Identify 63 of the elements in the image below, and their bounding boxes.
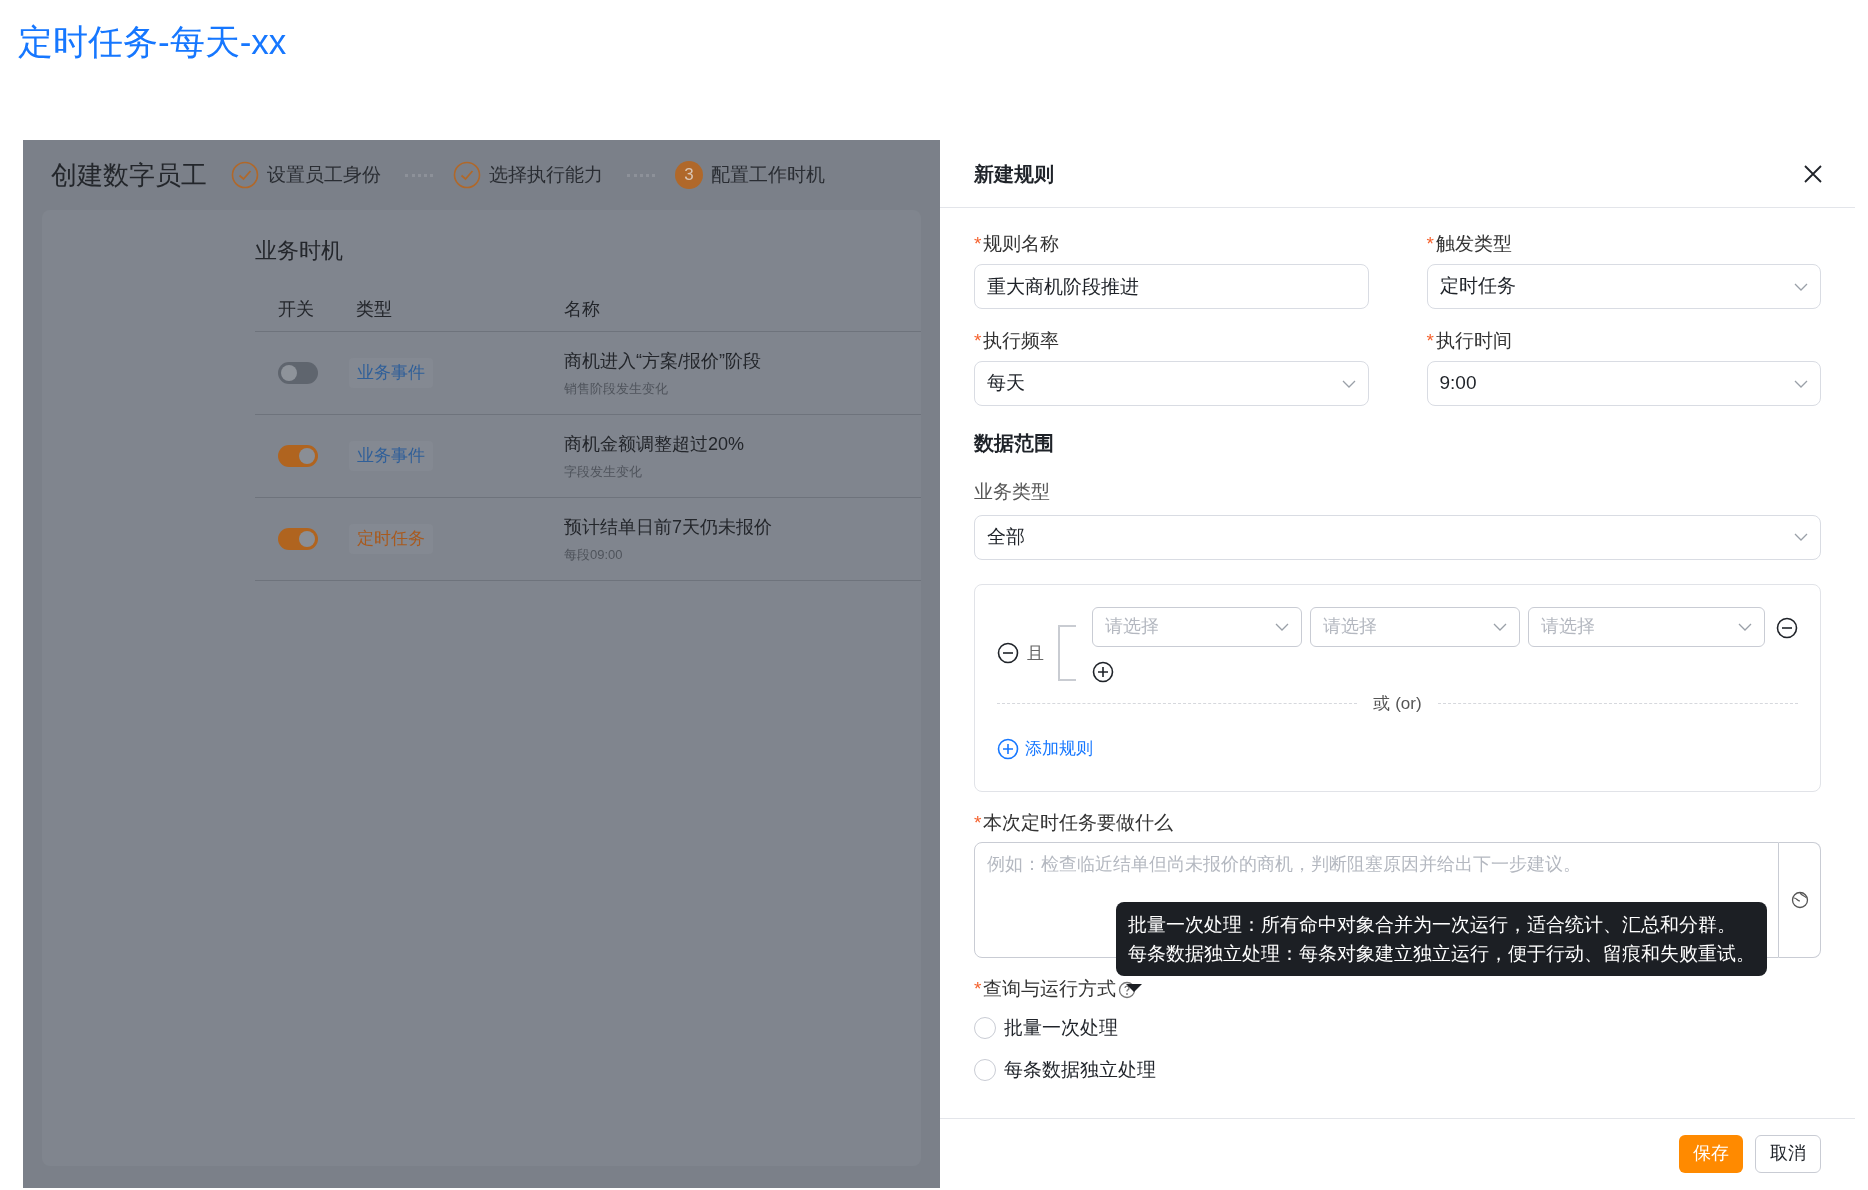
section-heading: 数据范围 <box>974 431 1055 456</box>
required-asterisk: * <box>974 977 982 1002</box>
cancel-button[interactable]: 取消 <box>1755 1134 1821 1173</box>
toggle-switch[interactable] <box>278 362 318 384</box>
column-header: 开关 <box>277 298 315 321</box>
chevron-down-icon <box>1738 622 1752 631</box>
radio-option[interactable]: 每条数据独立处理 <box>974 1056 1156 1085</box>
close-icon[interactable] <box>1803 163 1823 184</box>
section-title: 业务时机 <box>255 236 344 265</box>
connector-label: 且 <box>1027 642 1044 665</box>
type-tag: 定时任务 <box>349 524 433 554</box>
minus-circle-icon[interactable] <box>1776 616 1798 639</box>
chevron-down-icon <box>1341 379 1356 388</box>
page-title: 定时任务-每天-xx <box>18 24 288 59</box>
required-asterisk: * <box>1426 231 1434 256</box>
drawer-title: 新建规则 <box>974 161 1054 187</box>
chevron-down-icon <box>1275 622 1289 631</box>
chevron-down-icon <box>1794 533 1808 541</box>
step-label: 配置工作时机 <box>711 162 825 187</box>
globe-icon[interactable] <box>1790 890 1809 909</box>
required-asterisk: * <box>1426 328 1434 353</box>
add-rule-link[interactable]: 添加规则 <box>997 736 1093 762</box>
required-asterisk: * <box>974 328 982 353</box>
chevron-down-icon <box>1493 622 1507 631</box>
type-tag: 业务事件 <box>349 358 433 388</box>
required-asterisk: * <box>974 811 982 836</box>
radio-option[interactable]: 批量一次处理 <box>974 1013 1118 1042</box>
required-asterisk: * <box>974 231 982 256</box>
toggle-switch[interactable] <box>278 528 318 550</box>
step-label: 设置员工身份 <box>267 162 381 187</box>
tooltip-arrow <box>1126 984 1142 992</box>
text-field[interactable]: 重大商机阶段推进 <box>974 264 1369 309</box>
field-label: 查询与运行方式 <box>983 977 1117 1002</box>
bracket-line <box>1058 624 1076 681</box>
check-circle-icon <box>231 161 259 189</box>
wizard-title: 创建数字员工 <box>51 158 207 192</box>
field-label: 业务类型 <box>974 480 1051 504</box>
check-circle-icon <box>453 161 481 189</box>
chevron-down-icon <box>1794 379 1808 388</box>
rule-name: 商机进入“方案/报价”阶段 <box>564 349 761 373</box>
step-label: 选择执行能力 <box>489 162 603 187</box>
select-field[interactable]: 每天 <box>974 361 1369 406</box>
help-icon[interactable] <box>1118 980 1137 999</box>
field-label: 执行时间 <box>1435 328 1512 353</box>
field-label: 触发类型 <box>1435 231 1512 256</box>
column-header: 类型 <box>355 298 393 321</box>
minus-circle-icon[interactable] <box>997 642 1019 665</box>
field-label: 执行频率 <box>983 328 1060 353</box>
rule-name: 商机金额调整超过20% <box>564 432 745 456</box>
chevron-down-icon <box>1794 282 1808 291</box>
field-label: 规则名称 <box>983 231 1060 256</box>
column-header: 名称 <box>564 298 600 321</box>
toggle-switch[interactable] <box>278 445 318 467</box>
rule-name: 预计结单日前7天仍未报价 <box>564 515 772 539</box>
select-field[interactable]: 9:00 <box>1426 361 1821 406</box>
step-number: 3 <box>675 161 703 189</box>
select-field[interactable]: 全部 <box>974 514 1821 560</box>
plus-circle-icon[interactable] <box>1092 660 1114 683</box>
select-field[interactable]: 定时任务 <box>1426 264 1821 309</box>
tooltip: 批量一次处理：所有命中对象合并为一次运行，适合统计、汇总和分群。 每条数据独立处理：每条对象建立独立运行，便于行动、留痕和失败重试。 <box>1116 902 1767 976</box>
or-divider-label: 或 (or) <box>1373 692 1422 715</box>
field-label: 本次定时任务要做什么 <box>983 811 1174 836</box>
type-tag: 业务事件 <box>349 441 433 471</box>
